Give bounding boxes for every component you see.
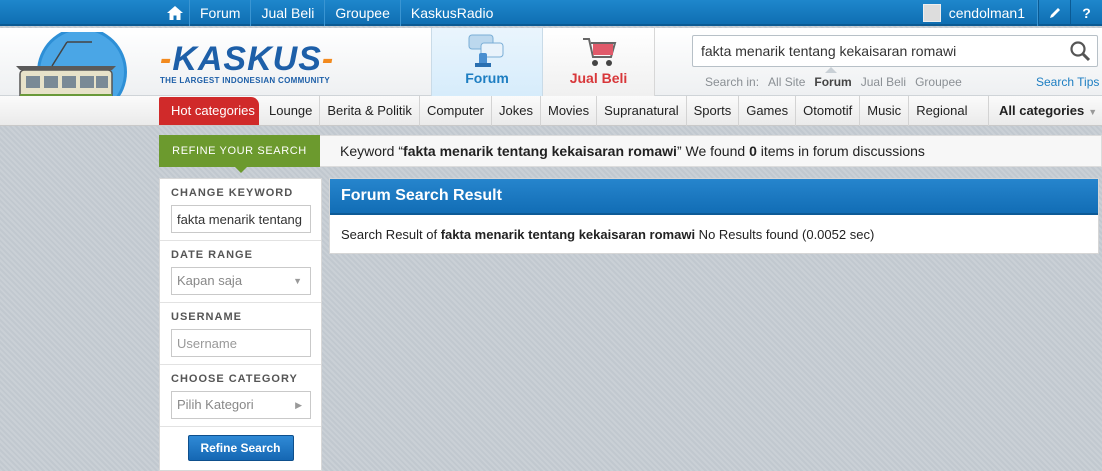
category-games[interactable]: Games [739,96,797,126]
category-sports[interactable]: Sports [687,96,740,126]
username-link[interactable]: cendolman1 [949,0,1038,26]
tab-jual-beli-label: Jual Beli [569,70,628,86]
top-navigation-bar: Forum Jual Beli Groupee KaskusRadio cend… [0,0,1102,26]
search-in-jual-beli[interactable]: Jual Beli [861,75,906,89]
logo-tagline: THE LARGEST INDONESIAN COMMUNITY [160,76,331,85]
home-icon [166,6,183,20]
chevron-down-icon: ▼ [1088,107,1098,117]
result-message: Search Result of fakta menarik tentang k… [341,227,875,242]
keyword-input[interactable] [171,205,311,233]
search-input[interactable] [693,36,1053,66]
forum-search-result-panel: Forum Search Result Search Result of fak… [329,178,1099,254]
date-range-title: DATE RANGE [171,249,253,261]
category-otomotif[interactable]: Otomotif [796,96,861,126]
category-jokes[interactable]: Jokes [492,96,541,126]
tab-jual-beli[interactable]: Jual Beli [543,28,655,96]
edit-button[interactable] [1038,0,1070,26]
result-keyword: fakta menarik tentang kekaisaran romawi [440,227,696,242]
refine-your-search-label: REFINE YOUR SEARCH [172,145,307,157]
refine-your-search-button[interactable]: REFINE YOUR SEARCH [159,135,320,173]
search-in-all-site[interactable]: All Site [768,75,805,89]
search-box [692,35,1098,67]
chevron-down-icon: ▼ [293,276,302,286]
category-berita-politik[interactable]: Berita & Politik [320,96,420,126]
chevron-right-icon: ▶ [295,400,302,410]
top-nav-jual-beli[interactable]: Jual Beli [251,0,326,26]
username-section: USERNAME [160,303,321,365]
search-in-options: Search in: All Site Forum Jual Beli Grou… [705,67,962,89]
refine-pointer [235,167,247,173]
help-button[interactable]: ? [1070,0,1102,26]
shopping-cart-icon [582,38,616,66]
pencil-icon [1049,8,1060,18]
username-input[interactable] [171,329,311,357]
logo-wordmark: -KASKUS- [160,40,335,78]
keyword-summary: Keyword “fakta menarik tentang kekaisara… [340,143,925,159]
help-icon: ? [1082,5,1091,21]
category-value: Pilih Kategori [177,397,254,412]
category-lounge[interactable]: Lounge [262,96,321,126]
search-in-groupee[interactable]: Groupee [915,75,962,89]
keyword-term: fakta menarik tentang kekaisaran romawi [403,143,677,159]
date-range-section: DATE RANGE Kapan saja ▼ [160,241,321,303]
kaskus-logo[interactable]: -KASKUS- THE LARGEST INDONESIAN COMMUNIT… [160,40,335,85]
search-in-caret [825,67,837,73]
search-icon [1070,41,1091,62]
top-nav-forum[interactable]: Forum [190,0,252,26]
all-categories-label: All categories [999,103,1085,118]
category-movies[interactable]: Movies [541,96,598,126]
category-select[interactable]: Pilih Kategori ▶ [171,391,311,419]
date-range-value: Kapan saja [177,273,243,288]
category-music[interactable]: Music [860,96,910,126]
search-in-label: Search in: [705,75,760,89]
category-list: Lounge Berita & Politik Computer Jokes M… [262,96,975,126]
tab-forum[interactable]: Forum [431,28,543,96]
category-title: CHOOSE CATEGORY [171,373,298,385]
date-range-select[interactable]: Kapan saja ▼ [171,267,311,295]
top-nav: Forum Jual Beli Groupee KaskusRadio [190,0,503,26]
all-categories-dropdown[interactable]: All categories ▼ [988,96,1102,126]
top-nav-groupee[interactable]: Groupee [325,0,401,26]
category-supranatural[interactable]: Supranatural [597,96,687,126]
category-section: CHOOSE CATEGORY Pilih Kategori ▶ [160,365,321,427]
change-keyword-section: CHANGE KEYWORD [160,179,321,241]
tab-forum-label: Forum [465,70,509,86]
refine-sidebar: CHANGE KEYWORD DATE RANGE Kapan saja ▼ U… [159,178,322,471]
search-button[interactable] [1069,40,1091,65]
forum-chat-icon [468,34,504,67]
user-box: cendolman1 ? [922,0,1102,26]
home-button[interactable] [160,0,190,26]
refine-search-wrap: Refine Search [160,427,321,461]
refine-search-button[interactable]: Refine Search [187,435,294,461]
username-title: USERNAME [171,311,242,323]
change-keyword-title: CHANGE KEYWORD [171,187,294,199]
result-title: Forum Search Result [330,179,1098,215]
category-regional[interactable]: Regional [909,96,974,126]
search-in-forum[interactable]: Forum [814,75,851,89]
avatar[interactable] [922,4,941,22]
result-count: 0 [749,143,757,159]
search-tips-link[interactable]: Search Tips [1036,75,1099,89]
top-nav-kaskusradio[interactable]: KaskusRadio [401,0,504,26]
hot-categories-button[interactable]: Hot categories [159,97,259,125]
category-computer[interactable]: Computer [420,96,493,126]
